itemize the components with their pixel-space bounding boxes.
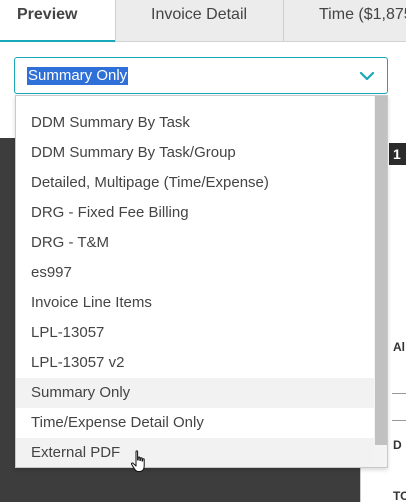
option-detailed-multipage[interactable]: Detailed, Multipage (Time/Expense) bbox=[16, 168, 374, 198]
tab-invoice-detail-label: Invoice Detail bbox=[151, 6, 248, 23]
tab-preview[interactable]: Preview bbox=[0, 0, 115, 42]
side-divider-2 bbox=[392, 420, 406, 421]
side-label-3: TO bbox=[393, 489, 406, 502]
side-divider-1 bbox=[392, 393, 406, 394]
option-external-pdf[interactable]: External PDF bbox=[16, 438, 374, 467]
option-drg-t-and-m[interactable]: DRG - T&M bbox=[16, 228, 374, 258]
hand-pointer-icon bbox=[130, 450, 145, 472]
option-drg-fixed-fee-billing[interactable]: DRG - Fixed Fee Billing bbox=[16, 198, 374, 228]
dropdown-scrollbar[interactable] bbox=[374, 96, 387, 467]
tab-time[interactable]: Time ($1,875 bbox=[283, 0, 406, 42]
select-value: Summary Only bbox=[27, 67, 129, 85]
side-label-1: Al bbox=[393, 340, 405, 354]
side-label-2: D bbox=[393, 438, 402, 452]
option-time-expense-detail-only[interactable]: Time/Expense Detail Only bbox=[16, 408, 374, 438]
report-format-select[interactable]: Summary Only bbox=[14, 57, 388, 94]
scrollbar-thumb[interactable] bbox=[375, 96, 387, 445]
option-ddm-summary-by-task[interactable]: DDM Summary By Task bbox=[16, 108, 374, 138]
option-es997[interactable]: es997 bbox=[16, 258, 374, 288]
report-format-dropdown: DDM Summary By Task DDM Summary By Task/… bbox=[15, 95, 388, 468]
option-ddm-summary-by-task-group[interactable]: DDM Summary By Task/Group bbox=[16, 138, 374, 168]
option-summary-only[interactable]: Summary Only bbox=[16, 378, 374, 408]
tab-invoice-detail[interactable]: Invoice Detail bbox=[115, 0, 283, 42]
tab-time-label: Time ($1,875 bbox=[319, 6, 406, 23]
option-lpl-13057-v2[interactable]: LPL-13057 v2 bbox=[16, 348, 374, 378]
side-header-bar: 1 bbox=[389, 143, 406, 165]
chevron-down-icon bbox=[359, 71, 375, 81]
option-lpl-13057[interactable]: LPL-13057 bbox=[16, 318, 374, 348]
side-header-text: 1 bbox=[393, 146, 401, 162]
option-invoice-line-items[interactable]: Invoice Line Items bbox=[16, 288, 374, 318]
tab-bar: Preview Invoice Detail Time ($1,875 bbox=[0, 0, 406, 42]
tab-preview-label: Preview bbox=[17, 6, 78, 23]
